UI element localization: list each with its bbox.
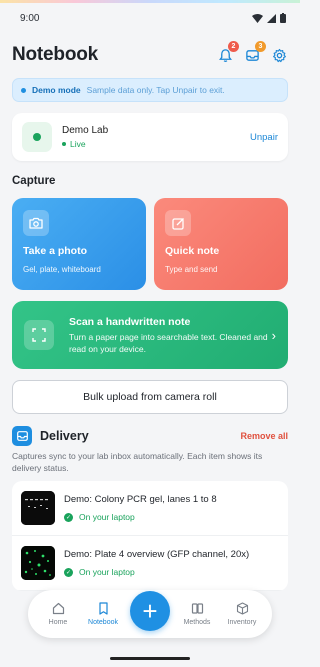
- quick-note-tile[interactable]: Quick note Type and send: [154, 198, 288, 290]
- item-status: ✓ On your laptop: [64, 512, 217, 522]
- scan-text: Scan a handwritten note Turn a paper pag…: [69, 316, 272, 355]
- lab-status-icon: [22, 122, 52, 152]
- app-header: Notebook 2 3: [12, 40, 288, 70]
- nav-methods[interactable]: Methods: [179, 602, 215, 626]
- status-bar: 9:00: [0, 6, 300, 30]
- item-title: Demo: Colony PCR gel, lanes 1 to 8: [64, 494, 217, 505]
- demo-mode-title: Demo mode: [32, 85, 81, 95]
- check-circle-icon: ✓: [64, 567, 73, 577]
- take-photo-title: Take a photo: [23, 245, 87, 257]
- delivery-header: Delivery Remove all: [12, 425, 288, 447]
- scan-frame-icon: [24, 320, 54, 350]
- book-open-icon: [191, 603, 203, 614]
- scan-subtitle: Turn a paper page into searchable text. …: [69, 331, 268, 354]
- plus-icon: +: [142, 596, 158, 626]
- nav-inventory[interactable]: Inventory: [224, 602, 260, 626]
- home-indicator: [110, 657, 190, 660]
- chevron-right-icon: ›: [271, 327, 276, 343]
- lab-name: Demo Lab: [62, 125, 109, 136]
- scan-handwritten-note-card[interactable]: Scan a handwritten note Turn a paper pag…: [12, 301, 288, 369]
- nav-home[interactable]: Home: [40, 602, 76, 626]
- item-title: Demo: Plate 4 overview (GFP channel, 20x…: [64, 549, 250, 560]
- top-gradient-strip: [0, 0, 300, 3]
- demo-dot-icon: [21, 87, 26, 93]
- demo-mode-banner: Demo mode Sample data only. Tap Unpair t…: [12, 78, 288, 102]
- cube-icon: [236, 602, 248, 615]
- page-title: Notebook: [12, 44, 99, 65]
- unpair-button[interactable]: Unpair: [250, 132, 278, 143]
- inbox-button[interactable]: 3: [243, 41, 266, 64]
- remove-all-button[interactable]: Remove all: [240, 431, 288, 441]
- item-text: Demo: Plate 4 overview (GFP channel, 20x…: [64, 549, 249, 577]
- lab-card: Demo Lab Live Unpair: [12, 113, 288, 161]
- home-icon: [52, 602, 64, 615]
- status-time: 9:00: [20, 12, 40, 24]
- signal-icon: [267, 13, 276, 23]
- nav-methods-label: Methods: [183, 619, 211, 626]
- nav-notebook-label: Notebook: [88, 619, 118, 626]
- notifications-button[interactable]: 2: [216, 41, 239, 64]
- gel-thumbnail: [21, 491, 55, 525]
- list-item[interactable]: Demo: Colony PCR gel, lanes 1 to 8 ✓ On y…: [12, 481, 288, 536]
- edit-note-icon: [165, 210, 191, 236]
- battery-icon: [280, 13, 286, 23]
- nav-inventory-label: Inventory: [227, 619, 257, 626]
- list-item[interactable]: Demo: Plate 4 overview (GFP channel, 20x…: [12, 536, 288, 591]
- delivery-title: Delivery: [40, 429, 89, 443]
- header-actions: 2 3: [216, 41, 288, 64]
- live-dot-icon: [62, 142, 66, 146]
- nav-notebook[interactable]: Notebook: [85, 602, 121, 626]
- bulk-upload-button[interactable]: Bulk upload from camera roll: [12, 380, 288, 414]
- check-circle-icon: ✓: [64, 512, 73, 522]
- lab-live-status: Live: [62, 139, 108, 149]
- delivery-list: Demo: Colony PCR gel, lanes 1 to 8 ✓ On y…: [12, 481, 288, 591]
- notebook-icon: [98, 602, 108, 615]
- take-photo-subtitle: Gel, plate, whiteboard: [23, 265, 101, 274]
- quick-note-subtitle: Type and send: [165, 265, 218, 274]
- item-status-label: On your laptop: [79, 567, 135, 577]
- take-photo-tile[interactable]: Take a photo Gel, plate, whiteboard: [12, 198, 146, 290]
- delivery-description: Captures sync to your lab inbox automati…: [12, 451, 263, 473]
- camera-icon: [23, 210, 49, 236]
- scan-title: Scan a handwritten note: [69, 315, 191, 328]
- inbox-badge: 3: [255, 41, 266, 52]
- bottom-nav: Home Notebook + Methods Inventory: [28, 590, 272, 638]
- demo-mode-subtitle: Sample data only. Tap Unpair to exit.: [86, 85, 225, 95]
- nav-home-label: Home: [48, 619, 68, 626]
- add-capture-button[interactable]: +: [130, 591, 170, 631]
- lab-info: Demo Lab Live: [62, 125, 108, 149]
- gear-icon: [272, 48, 286, 62]
- item-status: ✓ On your laptop: [64, 567, 249, 577]
- notifications-badge: 2: [228, 41, 239, 52]
- quick-note-title: Quick note: [165, 245, 220, 257]
- item-status-label: On your laptop: [79, 512, 135, 522]
- item-text: Demo: Colony PCR gel, lanes 1 to 8 ✓ On y…: [64, 494, 217, 522]
- settings-button[interactable]: [270, 46, 288, 64]
- delivery-tray-icon: [12, 426, 32, 446]
- capture-section-title: Capture: [12, 175, 56, 187]
- plate-thumbnail: [21, 546, 55, 580]
- wifi-icon: [252, 13, 263, 23]
- status-icons: [252, 13, 286, 23]
- lab-live-label: Live: [70, 139, 86, 149]
